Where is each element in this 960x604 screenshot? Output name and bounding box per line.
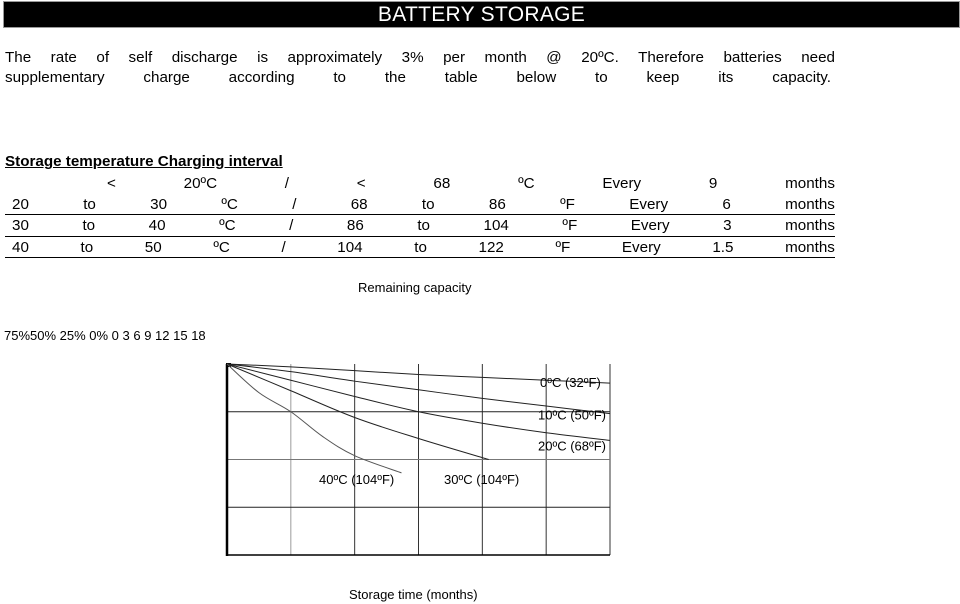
capacity-chart: 0ºC (32ºF) 10ºC (50ºF) 20ºC (68ºF) 30ºC (10… <box>225 363 611 556</box>
series-label: 0ºC (32ºF) <box>540 375 601 390</box>
x-axis-label: Storage time (months) <box>349 587 478 602</box>
series-label: 40ºC (104ºF) <box>319 472 394 487</box>
chart-curve-labels: 0ºC (32ºF) 10ºC (50ºF) 20ºC (68ºF) 30ºC (10… <box>319 375 606 487</box>
series-label: 30ºC (104ºF) <box>444 472 519 487</box>
series-label: 10ºC (50ºF) <box>538 408 606 423</box>
series-line <box>226 363 402 474</box>
series-label: 20ºC (68ºF) <box>538 438 606 453</box>
chart-grid <box>225 363 611 556</box>
